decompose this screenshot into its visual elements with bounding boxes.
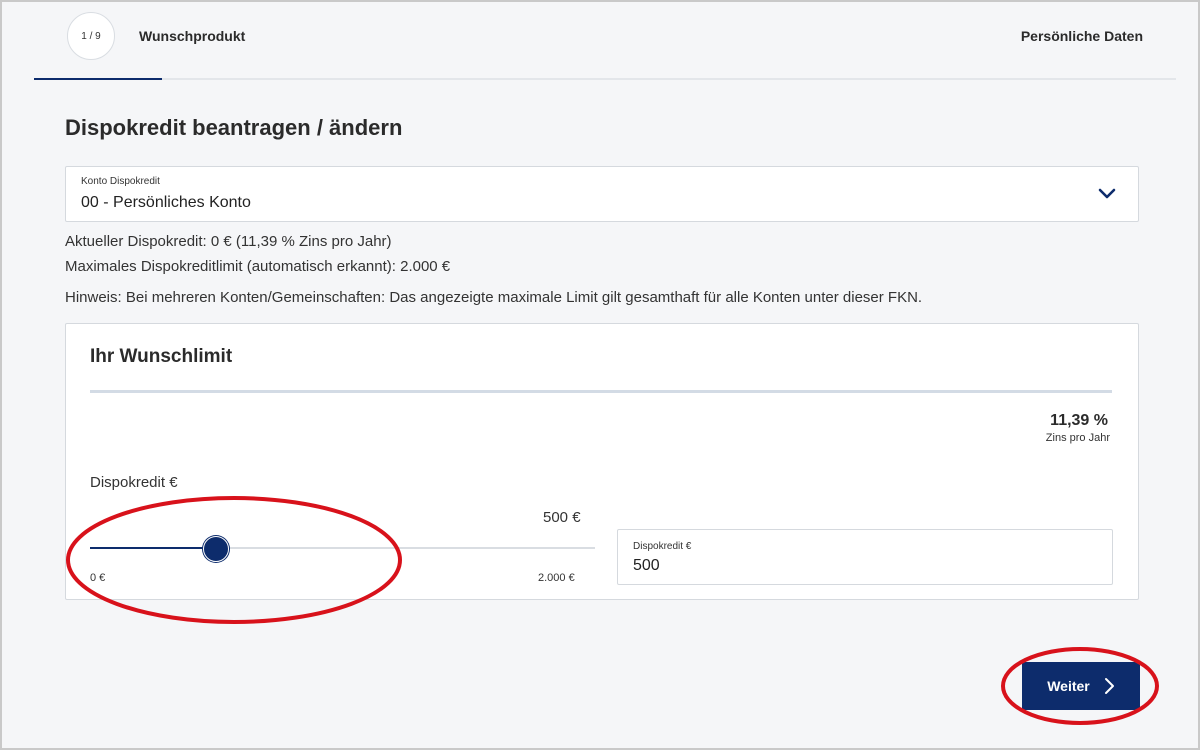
page-title: Dispokredit beantragen / ändern <box>65 115 403 140</box>
wish-limit-card: Ihr Wunschlimit 11,39 % Zins pro Jahr Di… <box>65 323 1139 600</box>
slider-min-label: 0 € <box>90 572 106 584</box>
slider-thumb[interactable] <box>203 536 230 562</box>
chevron-down-icon[interactable] <box>1098 187 1116 201</box>
next-step-title: Persönliche Daten <box>1020 28 1143 44</box>
current-limit-info: Aktueller Dispokredit: 0 € (11,39 % Zins… <box>65 233 392 250</box>
next-button[interactable]: Weiter <box>1022 662 1140 710</box>
amount-input-label: Dispokredit € <box>633 541 692 552</box>
next-button-label: Weiter <box>1047 678 1090 694</box>
current-step-title: Wunschprodukt <box>139 28 246 44</box>
step-counter: 1 / 9 <box>67 12 115 60</box>
account-select[interactable]: Konto Dispokredit 00 - Persönliches Kont… <box>65 166 1139 222</box>
step-progress-bar <box>34 78 162 80</box>
interest-rate-label: Zins pro Jahr <box>1045 432 1110 444</box>
wish-limit-title: Ihr Wunschlimit <box>90 346 233 367</box>
account-select-value: 00 - Persönliches Konto <box>81 194 251 211</box>
slider-title: Dispokredit € <box>90 474 178 491</box>
dispokredit-amount-input[interactable]: Dispokredit € 500 <box>617 529 1113 585</box>
slider-max-label: 2.000 € <box>538 572 575 584</box>
slider-value-label: 500 € <box>543 509 581 526</box>
progress-stepper: 1 / 9 Wunschprodukt Persönliche Daten <box>34 0 1176 80</box>
slider-fill <box>90 547 217 549</box>
interest-rate-value: 11,39 % <box>1050 412 1108 429</box>
card-divider <box>90 390 1112 393</box>
chevron-right-icon <box>1104 678 1114 694</box>
account-select-label: Konto Dispokredit <box>81 176 160 187</box>
amount-input-value[interactable]: 500 <box>633 557 660 575</box>
hint-text: Hinweis: Bei mehreren Konten/Gemeinschaf… <box>65 289 923 306</box>
max-limit-info: Maximales Dispokreditlimit (automatisch … <box>65 258 451 275</box>
